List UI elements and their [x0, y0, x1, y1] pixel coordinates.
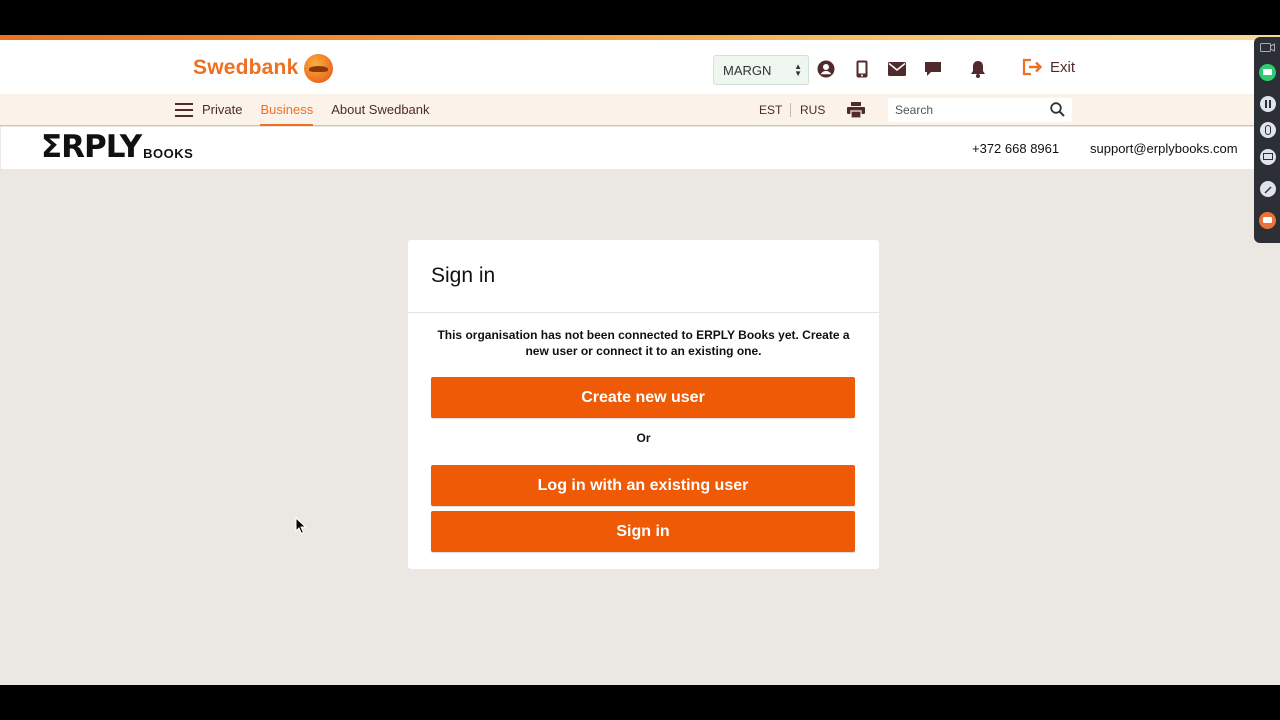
support-phone[interactable]: +372 668 8961	[972, 141, 1059, 156]
lang-divider	[790, 103, 791, 117]
pen-icon[interactable]	[1259, 180, 1276, 197]
bell-icon[interactable]	[968, 59, 988, 79]
nav-item-private[interactable]: Private	[202, 94, 242, 126]
lang-rus-link[interactable]: RUS	[800, 94, 825, 126]
logo-text: Swedbank	[193, 56, 299, 79]
recorder-toolbar	[1254, 37, 1280, 243]
exit-icon	[1022, 58, 1043, 76]
or-separator: Or	[636, 431, 651, 445]
signin-button[interactable]: Sign in	[431, 511, 855, 552]
search-box	[888, 98, 1072, 122]
mouse-cursor-icon	[295, 517, 307, 535]
swedbank-logo[interactable]: Swedbank	[193, 53, 334, 83]
user-icon[interactable]	[816, 59, 836, 79]
organisation-select[interactable]: MARGN ▲ ▼	[713, 55, 809, 85]
card-message: This organisation has not been connected…	[437, 328, 850, 358]
nav-item-business[interactable]: Business	[260, 94, 313, 126]
erply-logo-sub: BOOKS	[143, 146, 194, 161]
search-icon[interactable]	[1050, 102, 1065, 122]
main-nav: Private Business About Swedbank	[175, 94, 448, 126]
nav-bar: Private Business About Swedbank EST RUS	[0, 94, 1280, 126]
oak-tree-icon	[304, 53, 334, 83]
existing-user-button[interactable]: Log in with an existing user	[431, 465, 855, 506]
camera-icon[interactable]	[1259, 39, 1276, 56]
erply-logo-main: ΣRPLY	[41, 129, 142, 165]
chat-icon[interactable]	[923, 59, 943, 79]
monitor-icon[interactable]	[1259, 148, 1276, 165]
pause-icon[interactable]	[1259, 95, 1276, 112]
top-header: Swedbank MARGN ▲ ▼ Exit	[0, 40, 1280, 94]
exit-button[interactable]: Exit	[1022, 58, 1075, 76]
exit-label: Exit	[1050, 58, 1076, 76]
print-icon[interactable]	[847, 102, 865, 123]
erply-logo[interactable]: ΣRPLY BOOKS	[41, 131, 193, 163]
nav-item-about[interactable]: About Swedbank	[331, 94, 429, 126]
screen-share-icon[interactable]	[1259, 64, 1276, 81]
phone-icon[interactable]	[852, 59, 872, 79]
support-email[interactable]: support@erplybooks.com	[1090, 141, 1238, 156]
card-title: Sign in	[431, 264, 496, 287]
mouse-icon[interactable]	[1259, 121, 1276, 138]
organisation-select-value: MARGN	[723, 62, 772, 78]
select-arrows-icon: ▲ ▼	[794, 62, 802, 78]
card-divider	[408, 312, 879, 313]
comment-icon[interactable]	[1259, 212, 1276, 229]
create-user-button[interactable]: Create new user	[431, 377, 855, 418]
signin-card: Sign in This organisation has not been c…	[408, 240, 879, 569]
browser-viewport: Swedbank MARGN ▲ ▼ Exit Private Business…	[0, 35, 1280, 685]
lang-est-link[interactable]: EST	[759, 94, 782, 126]
erply-header: ΣRPLY BOOKS +372 668 8961 support@erplyb…	[1, 127, 1279, 169]
mail-icon[interactable]	[887, 59, 907, 79]
search-input[interactable]	[895, 103, 1045, 117]
menu-icon[interactable]	[175, 103, 193, 117]
